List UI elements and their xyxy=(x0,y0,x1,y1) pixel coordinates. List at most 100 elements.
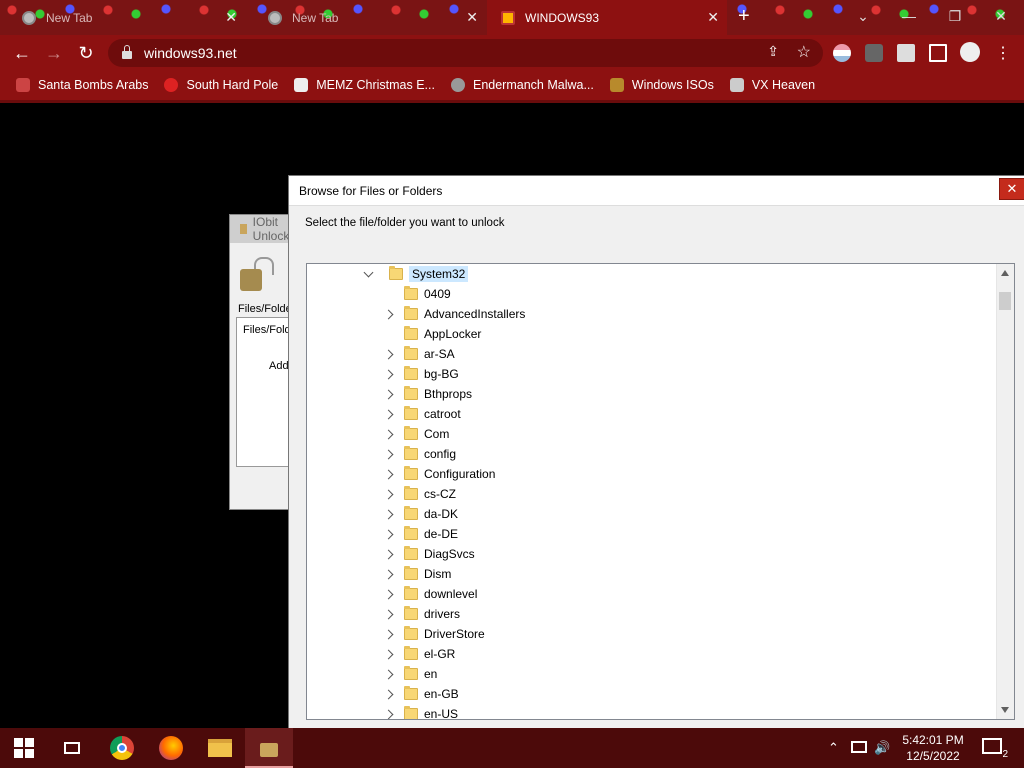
bookmark-memz[interactable]: MEMZ Christmas E... xyxy=(294,78,435,92)
forward-icon[interactable]: → xyxy=(43,42,65,64)
tab-search-icon[interactable]: ⌄ xyxy=(840,0,886,32)
chevron-right-icon[interactable] xyxy=(383,509,394,520)
chevron-up-icon[interactable]: ⌃ xyxy=(828,740,839,756)
tree-item[interactable]: en-GB xyxy=(383,684,459,704)
chevron-right-icon[interactable] xyxy=(383,569,394,580)
extension-s-icon[interactable] xyxy=(865,44,883,62)
firefox-taskbar-button[interactable] xyxy=(147,728,195,768)
chevron-right-icon[interactable] xyxy=(383,549,394,560)
vx-icon xyxy=(729,78,744,92)
chevron-right-icon[interactable] xyxy=(383,489,394,500)
minimize-icon[interactable]: — xyxy=(886,0,932,32)
tree-item[interactable]: ar-SA xyxy=(383,344,455,364)
tree-item[interactable]: config xyxy=(383,444,456,464)
tree-item[interactable]: da-DK xyxy=(383,504,458,524)
unlocker-taskbar-button[interactable] xyxy=(245,728,293,768)
restore-icon[interactable]: ❐ xyxy=(932,0,978,32)
add-button[interactable]: Add xyxy=(269,360,289,372)
chevron-right-icon[interactable] xyxy=(383,709,394,719)
tree-item[interactable]: en xyxy=(383,664,438,684)
scroll-up-icon[interactable] xyxy=(1001,270,1009,276)
chevron-right-icon[interactable] xyxy=(383,429,394,440)
notification-icon[interactable]: 2 xyxy=(982,738,1008,760)
tab-windows93[interactable]: WINDOWS93 ✕ xyxy=(487,0,727,35)
network-icon[interactable] xyxy=(851,741,867,753)
start-button[interactable] xyxy=(0,728,48,768)
chevron-right-icon[interactable] xyxy=(383,469,394,480)
clock[interactable]: 5:42:01 PM 12/5/2022 xyxy=(898,732,968,764)
tree-item[interactable]: cs-CZ xyxy=(383,484,456,504)
chevron-right-icon[interactable] xyxy=(383,389,394,400)
tree-item[interactable]: AppLocker xyxy=(385,324,481,344)
tree-item[interactable]: de-DE xyxy=(383,524,458,544)
bookmark-south-hard-pole[interactable]: South Hard Pole xyxy=(164,78,278,92)
chevron-down-icon[interactable] xyxy=(363,267,374,278)
volume-icon[interactable]: 🔊 xyxy=(874,740,890,756)
chevron-right-icon[interactable] xyxy=(383,409,394,420)
chevron-right-icon[interactable] xyxy=(383,529,394,540)
window-close-icon[interactable]: ✕ xyxy=(978,0,1024,32)
folder-tree[interactable]: System32 0409 AdvancedInstallers AppLocker… xyxy=(306,263,1015,720)
tree-item[interactable]: DriverStore xyxy=(383,624,485,644)
chevron-right-icon[interactable] xyxy=(383,609,394,620)
address-bar[interactable]: windows93.net ⇪ ☆ xyxy=(108,39,823,67)
tree-item[interactable]: bg-BG xyxy=(383,364,459,384)
scroll-thumb[interactable] xyxy=(999,292,1011,310)
tree-item-label: Dism xyxy=(424,567,452,581)
menu-dots-icon[interactable]: ⋮ xyxy=(992,42,1014,64)
tree-item[interactable]: catroot xyxy=(383,404,461,424)
share-icon[interactable]: ⇪ xyxy=(767,43,779,60)
tree-item[interactable]: Dism xyxy=(383,564,452,584)
scroll-down-icon[interactable] xyxy=(1001,707,1009,713)
tree-item[interactable]: AdvancedInstallers xyxy=(383,304,525,324)
profile-avatar-icon[interactable] xyxy=(960,42,980,62)
vertical-scrollbar[interactable] xyxy=(996,264,1014,719)
bookmark-endermanch[interactable]: Endermanch Malwa... xyxy=(450,78,594,92)
side-panel-icon[interactable] xyxy=(929,44,947,62)
extension-flag-icon[interactable] xyxy=(833,44,851,62)
chevron-right-icon[interactable] xyxy=(383,649,394,660)
bookmark-santa-bombs-arabs[interactable]: Santa Bombs Arabs xyxy=(16,78,148,92)
tree-item-label: DriverStore xyxy=(424,627,485,641)
reload-icon[interactable]: ↻ xyxy=(75,42,97,64)
bookmark-star-icon[interactable]: ☆ xyxy=(797,42,811,62)
chevron-right-icon[interactable] xyxy=(383,449,394,460)
tree-item[interactable]: Bthprops xyxy=(383,384,472,404)
tab-close-icon[interactable]: ✕ xyxy=(466,9,478,26)
tab-close-icon[interactable]: ✕ xyxy=(707,9,719,26)
dialog-titlebar[interactable]: Browse for Files or Folders xyxy=(289,176,1024,206)
bookmark-windows-isos[interactable]: Windows ISOs xyxy=(609,78,714,92)
chevron-right-icon[interactable] xyxy=(383,629,394,640)
bookmark-vx-heaven[interactable]: VX Heaven xyxy=(729,78,815,92)
back-icon[interactable]: ← xyxy=(11,42,33,64)
chevron-right-icon[interactable] xyxy=(383,689,394,700)
browse-dialog: Browse for Files or Folders ✕ Select the… xyxy=(288,175,1024,729)
folder-icon xyxy=(404,426,418,440)
tree-item-label: AppLocker xyxy=(424,327,482,341)
chevron-right-icon[interactable] xyxy=(383,589,394,600)
tree-item[interactable]: el-GR xyxy=(383,644,455,664)
chevron-right-icon[interactable] xyxy=(383,369,394,380)
tree-item[interactable]: Configuration xyxy=(383,464,495,484)
file-explorer-taskbar-button[interactable] xyxy=(196,728,244,768)
tree-item[interactable]: drivers xyxy=(383,604,460,624)
chevron-right-icon[interactable] xyxy=(383,349,394,360)
new-tab-button[interactable]: + xyxy=(738,5,750,28)
tree-item[interactable]: Com xyxy=(383,424,449,444)
tab-close-icon[interactable]: ✕ xyxy=(225,9,237,26)
tab-new-tab-1[interactable]: New Tab ✕ xyxy=(0,0,245,35)
chevron-right-icon[interactable] xyxy=(383,669,394,680)
tab-new-tab-2[interactable]: New Tab ✕ xyxy=(246,0,486,35)
dialog-close-button[interactable]: ✕ xyxy=(999,178,1024,200)
tree-item-label: en xyxy=(424,667,438,681)
task-view-button[interactable] xyxy=(48,728,96,768)
chevron-right-icon[interactable] xyxy=(383,309,394,320)
extensions-puzzle-icon[interactable] xyxy=(897,44,915,62)
tree-item[interactable]: 0409 xyxy=(385,284,451,304)
tree-item[interactable]: DiagSvcs xyxy=(383,544,475,564)
tree-root-item[interactable]: System32 xyxy=(363,264,469,284)
tree-item[interactable]: downlevel xyxy=(383,584,477,604)
chrome-taskbar-button[interactable] xyxy=(98,728,146,768)
tab-title: New Tab xyxy=(292,10,339,25)
tree-item[interactable]: en-US xyxy=(383,704,458,719)
